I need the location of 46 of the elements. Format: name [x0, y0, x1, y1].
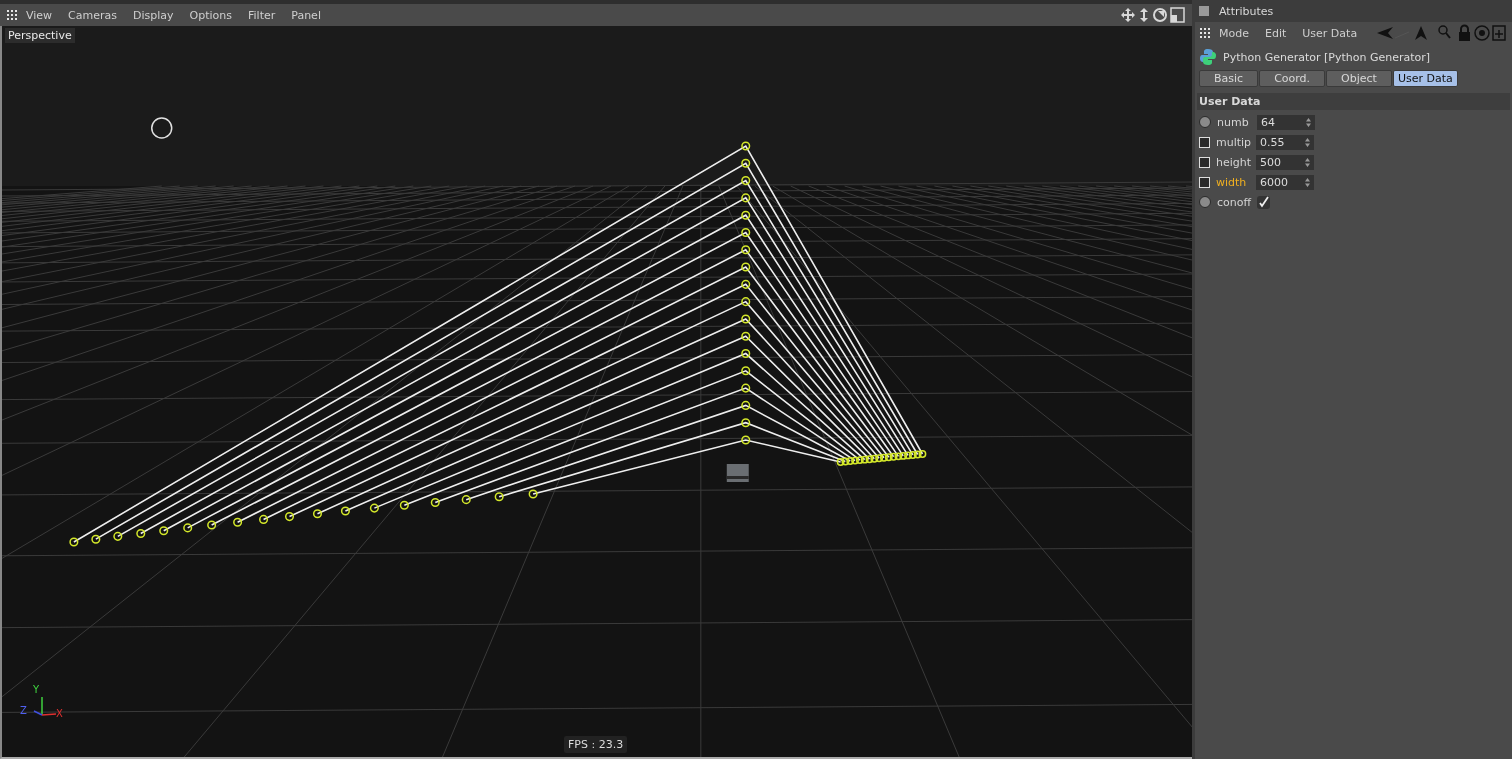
menu-item[interactable]: Options — [189, 8, 232, 22]
menu-item[interactable]: View — [26, 8, 53, 22]
animation-dot-icon[interactable] — [1199, 196, 1211, 208]
drag-grip-icon[interactable] — [6, 9, 18, 21]
tab[interactable]: User Data — [1392, 70, 1458, 87]
camera-label[interactable]: Perspective — [5, 28, 75, 43]
number-field[interactable]: 0.55 — [1256, 134, 1314, 150]
keyframe-icon[interactable] — [1199, 176, 1210, 188]
panel-toggle-icon[interactable] — [1199, 6, 1209, 16]
tab[interactable]: Basic — [1199, 70, 1259, 87]
parameter-label: multip — [1216, 135, 1253, 149]
parameter-label: conoff — [1217, 195, 1253, 209]
menu-item[interactable]: Display — [133, 8, 174, 22]
keyframe-icon[interactable] — [1199, 136, 1210, 148]
tab[interactable]: Object — [1326, 70, 1392, 87]
menu-item[interactable]: Panel — [291, 8, 321, 22]
parameter-label: width — [1216, 175, 1248, 189]
parameter-label: height — [1216, 155, 1253, 169]
panel-title: Attributes — [1219, 4, 1274, 18]
spinner-arrows-icon[interactable] — [1306, 117, 1311, 127]
keyframe-icon[interactable] — [1199, 156, 1210, 168]
object-name: Python Generator [Python Generator] — [1223, 50, 1431, 64]
fps-counter: FPS : 23.3 — [564, 736, 628, 753]
menu-item[interactable]: Cameras — [68, 8, 117, 22]
drag-grip-icon[interactable] — [1199, 27, 1211, 39]
parameter-label: numb — [1217, 115, 1250, 129]
number-field[interactable]: 64 — [1257, 114, 1315, 130]
menu-item[interactable]: User Data — [1302, 26, 1358, 40]
axis-label: Y — [33, 684, 40, 695]
axis-label: Z — [20, 705, 27, 716]
spinner-arrows-icon[interactable] — [1305, 177, 1310, 187]
number-field[interactable]: 500 — [1256, 154, 1314, 170]
3d-viewport-drawing[interactable] — [2, 26, 1192, 757]
navigation-icons[interactable] — [1120, 7, 1186, 23]
number-field[interactable]: 6000 — [1256, 174, 1314, 190]
spinner-arrows-icon[interactable] — [1305, 157, 1310, 167]
menu-item[interactable]: Mode — [1219, 26, 1249, 40]
python-logo-icon — [1199, 48, 1217, 66]
spinner-arrows-icon[interactable] — [1305, 137, 1310, 147]
tab[interactable]: Coord. — [1259, 70, 1326, 87]
section-header: User Data — [1197, 93, 1510, 110]
animation-dot-icon[interactable] — [1199, 116, 1211, 128]
axis-label: X — [56, 708, 63, 719]
menu-item[interactable]: Edit — [1265, 26, 1287, 40]
menu-item[interactable]: Filter — [248, 8, 276, 22]
checkbox[interactable] — [1257, 195, 1270, 209]
